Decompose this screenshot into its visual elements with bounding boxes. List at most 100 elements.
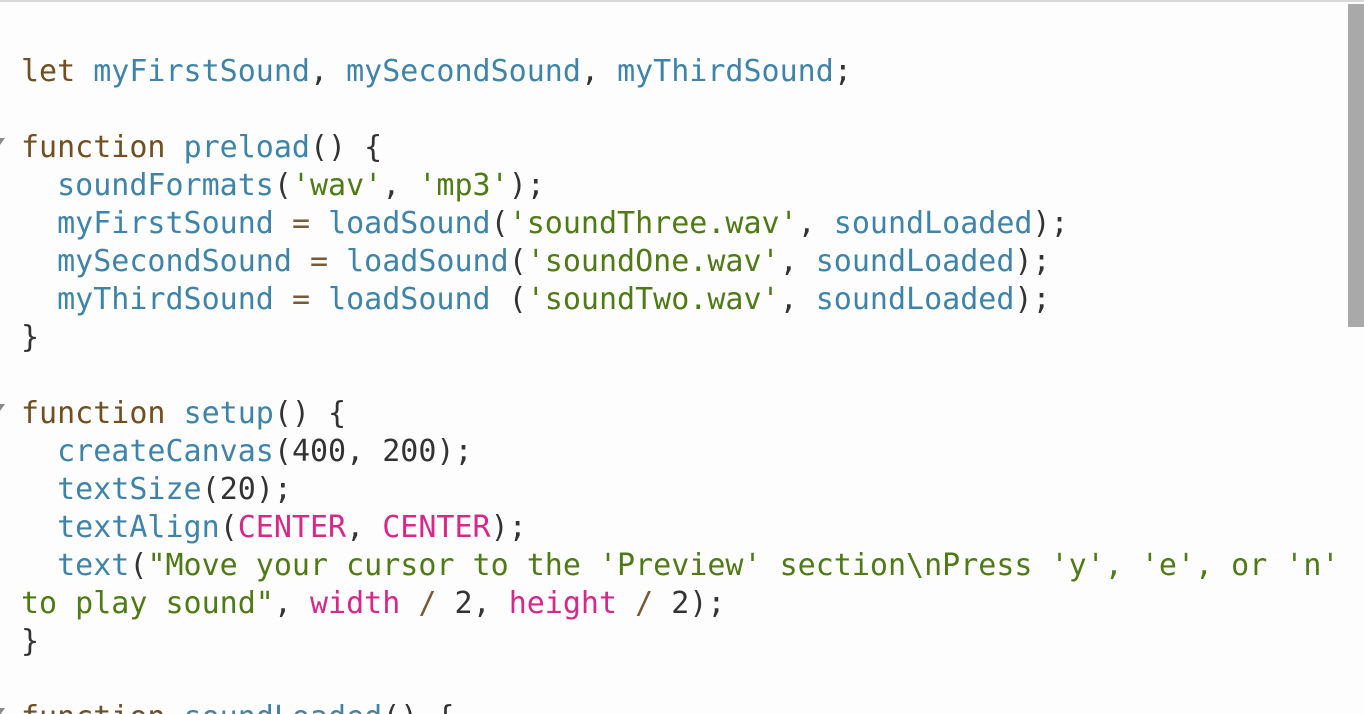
code-token-plain: (: [273, 168, 292, 203]
code-line[interactable]: createCanvas(400, 200);: [21, 433, 1344, 471]
code-token-fn: createCanvas: [57, 434, 274, 469]
code-line[interactable]: myFirstSound = loadSound('soundThree.wav…: [21, 205, 1344, 243]
code-token-plain: ,: [346, 434, 383, 469]
code-line[interactable]: let myFirstSound, mySecondSound, myThird…: [21, 53, 1344, 91]
code-token-str: 'soundOne.wav': [526, 244, 780, 279]
code-token-plain: () {: [382, 700, 454, 714]
code-line[interactable]: myThirdSound = loadSound ('soundTwo.wav'…: [21, 281, 1344, 319]
code-token-plain: ,: [580, 54, 618, 89]
code-token-var: myFirstSound: [57, 206, 274, 241]
code-token-plain: ,: [779, 244, 816, 279]
code-token-def: setup: [183, 396, 274, 431]
code-token-plain: );: [1014, 244, 1051, 279]
fold-arrow-icon[interactable]: [0, 708, 5, 714]
code-token-op: /: [418, 586, 437, 621]
code-token-plain: );: [255, 472, 292, 507]
code-token-fn: text: [57, 548, 130, 583]
code-token-plain: );: [436, 434, 473, 469]
code-token-var: myThirdSound: [57, 282, 274, 317]
code-line[interactable]: text("Move your cursor to the 'Preview' …: [21, 547, 1344, 585]
code-token-plain: );: [689, 586, 726, 621]
code-token-fn: loadSound: [328, 206, 491, 241]
code-token-str: "Move your cursor to the 'Preview' secti…: [147, 548, 1340, 583]
code-token-op: =: [310, 244, 329, 279]
code-token-str: 'wav': [291, 168, 383, 203]
code-token-def: soundLoaded: [184, 700, 383, 714]
code-line[interactable]: to play sound", width / 2, height / 2);: [21, 585, 1344, 623]
code-line[interactable]: }: [21, 319, 1344, 357]
code-token-plain: }: [21, 320, 40, 355]
vertical-scrollbar-thumb[interactable]: [1348, 4, 1364, 327]
code-token-op: /: [635, 586, 654, 621]
code-line[interactable]: textAlign(CENTER, CENTER);: [21, 509, 1344, 547]
code-line[interactable]: function setup() {: [21, 395, 1344, 433]
code-token-var: mySecondSound: [57, 244, 292, 279]
code-token-plain: ,: [346, 510, 383, 545]
code-line[interactable]: ​: [21, 661, 1344, 699]
code-token-op: =: [291, 206, 310, 241]
fold-arrow-icon[interactable]: [0, 404, 5, 411]
code-line[interactable]: soundFormats('wav', 'mp3');: [21, 167, 1344, 205]
code-line[interactable]: ​: [21, 91, 1344, 129]
code-token-plain: ,: [797, 206, 834, 241]
fold-arrow-icon[interactable]: [0, 138, 5, 145]
code-token-plain: ,: [382, 168, 419, 203]
code-token-const: CENTER: [382, 510, 491, 545]
code-token-kw: function: [21, 396, 166, 431]
code-token-plain: (: [219, 510, 238, 545]
code-token-num: 2: [454, 586, 473, 621]
code-token-str: 'soundTwo.wav': [526, 282, 780, 317]
code-token-plain: () {: [273, 396, 347, 431]
code-token-plain: ,: [273, 586, 310, 621]
code-token-var: soundLoaded: [815, 244, 1015, 279]
code-editor[interactable]: let myFirstSound, mySecondSound, myThird…: [0, 0, 1364, 714]
code-token-plain: (: [129, 548, 148, 583]
code-lines[interactable]: let myFirstSound, mySecondSound, myThird…: [21, 53, 1344, 714]
code-line[interactable]: textSize(20);: [21, 471, 1344, 509]
code-token-const: height: [508, 586, 618, 621]
code-token-plain: ,: [310, 54, 347, 89]
code-token-plain: ,: [779, 282, 816, 317]
code-token-num: 400: [291, 434, 347, 469]
code-token-num: 2: [671, 586, 690, 621]
code-line[interactable]: function soundLoaded() {: [21, 699, 1344, 714]
code-token-fn: textSize: [57, 472, 202, 507]
code-token-num: 200: [382, 434, 437, 469]
code-token-plain: (: [490, 206, 509, 241]
code-token-str: 'mp3': [418, 168, 509, 203]
code-token-num: 20: [219, 472, 256, 507]
code-line[interactable]: mySecondSound = loadSound('soundOne.wav'…: [21, 243, 1344, 281]
code-token-kw: let: [21, 54, 76, 89]
code-token-var: soundLoaded: [815, 282, 1015, 317]
code-token-fn: textAlign: [57, 510, 220, 545]
gutter: [14, 4, 15, 714]
code-line[interactable]: }: [21, 623, 1344, 661]
code-token-plain: );: [1014, 282, 1051, 317]
code-token-var: myFirstSound: [93, 54, 310, 89]
code-token-var: soundLoaded: [833, 206, 1033, 241]
code-token-plain: () {: [310, 130, 383, 165]
code-token-var: mySecondSound: [346, 54, 581, 89]
code-line[interactable]: ​: [21, 357, 1344, 395]
code-token-fn: loadSound: [328, 282, 491, 317]
code-line[interactable]: function preload() {: [21, 129, 1344, 167]
